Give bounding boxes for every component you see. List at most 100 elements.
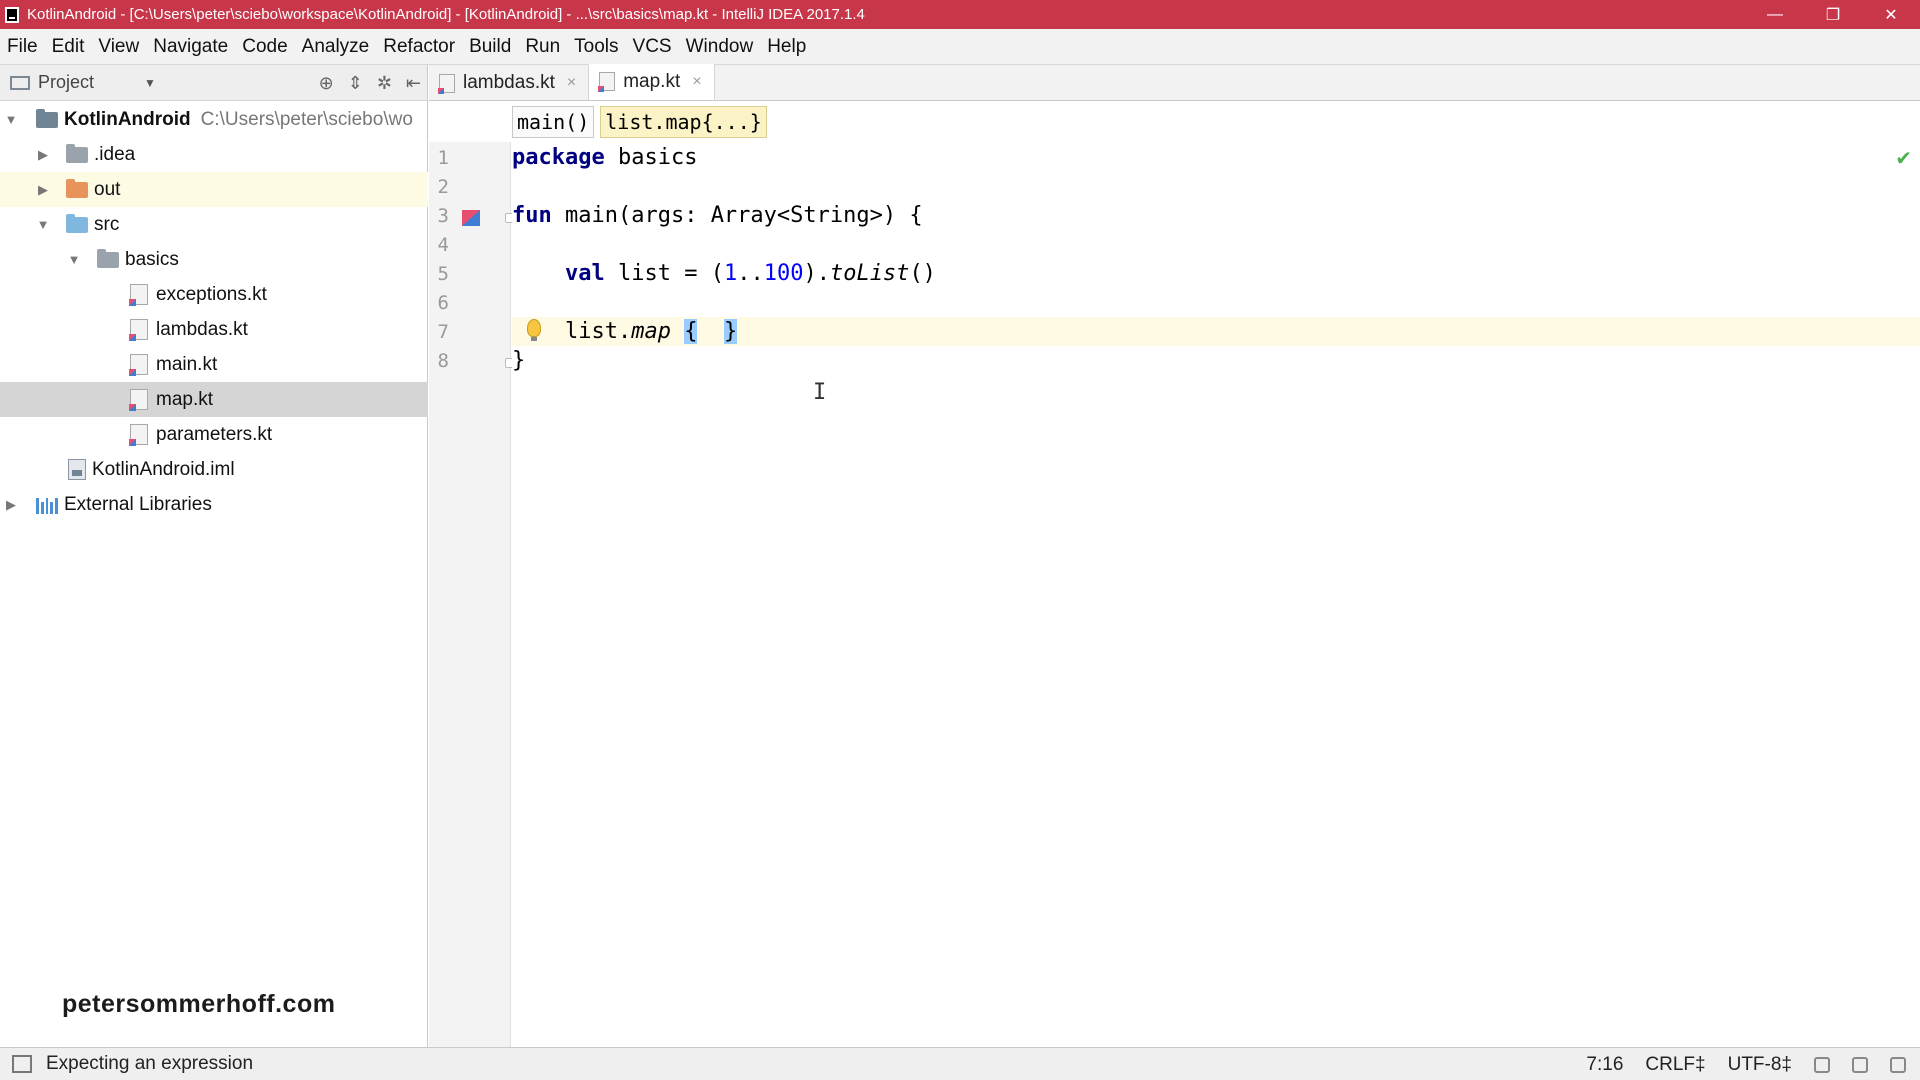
close-icon[interactable]: ×: [692, 73, 701, 91]
editor-tabs: lambdas.kt × map.kt ×: [429, 64, 1920, 101]
tree-item-label: KotlinAndroid.iml: [92, 458, 235, 480]
menu-run[interactable]: Run: [518, 36, 567, 58]
code-text: list = (: [604, 261, 724, 286]
source-folder-icon: [66, 213, 88, 233]
kotlin-file-icon: [129, 284, 148, 306]
tree-item-idea[interactable]: ▶ .idea: [0, 137, 428, 172]
close-window-button[interactable]: ✕: [1862, 0, 1920, 29]
code-text: }: [512, 348, 526, 373]
tree-item-kotlinandroid-iml[interactable]: KotlinAndroid.iml: [0, 452, 428, 487]
tree-item-parameters-kt[interactable]: parameters.kt: [0, 417, 428, 452]
close-icon[interactable]: ×: [567, 74, 576, 92]
menu-edit[interactable]: Edit: [45, 36, 92, 58]
tree-item-label: main.kt: [156, 353, 218, 375]
package-folder-icon: [97, 248, 119, 268]
menu-help[interactable]: Help: [760, 36, 813, 58]
menu-window[interactable]: Window: [679, 36, 761, 58]
menu-view[interactable]: View: [91, 36, 146, 58]
code-editor[interactable]: package basics fun main(args: Array<Stri…: [512, 142, 1920, 1047]
line-separator[interactable]: CRLF‡: [1645, 1054, 1705, 1076]
tree-item-label: parameters.kt: [156, 423, 273, 445]
caret-position[interactable]: 7:16: [1586, 1054, 1623, 1076]
menu-build[interactable]: Build: [462, 36, 518, 58]
tab-label: map.kt: [623, 70, 681, 92]
breadcrumb-main[interactable]: main(): [512, 106, 595, 138]
tab-map-kt[interactable]: map.kt ×: [589, 64, 715, 100]
status-indicators: 7:16 CRLF‡ UTF-8‡: [1586, 1048, 1906, 1080]
run-kotlin-icon[interactable]: [462, 210, 480, 226]
project-panel-title[interactable]: Project: [38, 72, 94, 93]
breadcrumb-list-map[interactable]: list.map{...}: [600, 106, 767, 138]
tree-item-kotlinandroid[interactable]: ▼ KotlinAndroid C:\Users\peter\sciebo\wo: [0, 102, 428, 137]
chevron-right-icon[interactable]: ▶: [4, 497, 18, 513]
event-log-icon[interactable]: [1890, 1056, 1906, 1073]
hide-panel-icon[interactable]: ⇤: [406, 73, 421, 94]
settings-gear-icon[interactable]: ✲: [377, 73, 392, 94]
extension-call: toList: [829, 261, 910, 286]
chevron-down-icon[interactable]: ▼: [36, 217, 50, 232]
tree-item-src[interactable]: ▼ src: [0, 207, 428, 242]
tree-item-lambdas-kt[interactable]: lambdas.kt: [0, 312, 428, 347]
brace-open: {: [684, 319, 698, 344]
project-panel-header: Project ▼ ⊕ ⇕ ✲ ⇤: [0, 65, 427, 101]
code-text: ).: [803, 261, 830, 286]
tree-item-label: map.kt: [156, 388, 214, 410]
excluded-folder-icon: [66, 178, 88, 198]
menu-analyze[interactable]: Analyze: [295, 36, 377, 58]
number-literal: 100: [763, 261, 804, 286]
menu-file[interactable]: File: [0, 36, 45, 58]
lightbulb-icon[interactable]: [527, 319, 541, 341]
tree-item-label: External Libraries: [64, 493, 212, 515]
breadcrumb: main() list.map{...}: [512, 104, 767, 140]
chevron-right-icon[interactable]: ▶: [36, 182, 50, 198]
line-number: 5: [437, 263, 449, 285]
scroll-from-source-icon[interactable]: ⊕: [319, 73, 334, 94]
tree-item-basics[interactable]: ▼ basics: [0, 242, 428, 277]
kotlin-file-icon: [438, 73, 455, 94]
project-view-icon: [10, 75, 30, 90]
minimize-button[interactable]: —: [1746, 0, 1804, 29]
tree-item-external-libraries[interactable]: ▶ External Libraries: [0, 487, 428, 522]
watermark-text: petersommerhoff.com: [62, 990, 336, 1018]
intellij-logo-icon: [5, 6, 19, 23]
lock-icon[interactable]: [1814, 1056, 1830, 1073]
chevron-right-icon[interactable]: ▶: [36, 147, 50, 163]
menu-vcs[interactable]: VCS: [626, 36, 679, 58]
menu-bar: File Edit View Navigate Code Analyze Ref…: [0, 29, 1920, 65]
status-message: Expecting an expression: [46, 1053, 254, 1074]
code-text: ..: [737, 261, 764, 286]
number-literal: 1: [723, 261, 738, 286]
menu-refactor[interactable]: Refactor: [376, 36, 462, 58]
tree-item-out[interactable]: ▶ out: [0, 172, 428, 207]
kotlin-file-icon: [598, 72, 616, 92]
module-folder-icon: [36, 108, 58, 128]
menu-code[interactable]: Code: [235, 36, 294, 58]
tree-item-main-kt[interactable]: main.kt: [0, 347, 428, 382]
tool-windows-icon[interactable]: [12, 1055, 32, 1073]
folder-icon: [66, 143, 88, 163]
chevron-down-icon[interactable]: ▼: [144, 76, 156, 90]
kotlin-file-icon: [129, 389, 148, 411]
keyword: val: [564, 261, 605, 286]
tree-item-label: .idea: [94, 143, 136, 165]
collapse-all-icon[interactable]: ⇕: [348, 73, 363, 94]
menu-tools[interactable]: Tools: [567, 36, 625, 58]
tree-item-map-kt[interactable]: map.kt: [0, 382, 428, 417]
code-line-7: list.map { }: [512, 317, 1920, 346]
chevron-down-icon[interactable]: ▼: [67, 252, 81, 267]
menu-navigate[interactable]: Navigate: [146, 36, 235, 58]
chevron-down-icon[interactable]: ▼: [4, 112, 18, 127]
tree-item-label: out: [94, 178, 121, 200]
line-number: 6: [437, 292, 449, 314]
inspector-icon[interactable]: [1852, 1056, 1868, 1073]
tab-lambdas-kt[interactable]: lambdas.kt ×: [429, 66, 590, 100]
kotlin-file-icon: [129, 319, 148, 341]
restore-button[interactable]: ❐: [1804, 0, 1862, 29]
file-encoding[interactable]: UTF-8‡: [1728, 1054, 1792, 1076]
kotlin-file-icon: [129, 354, 148, 376]
brace-close: }: [723, 319, 738, 344]
tree-item-exceptions-kt[interactable]: exceptions.kt: [0, 277, 428, 312]
